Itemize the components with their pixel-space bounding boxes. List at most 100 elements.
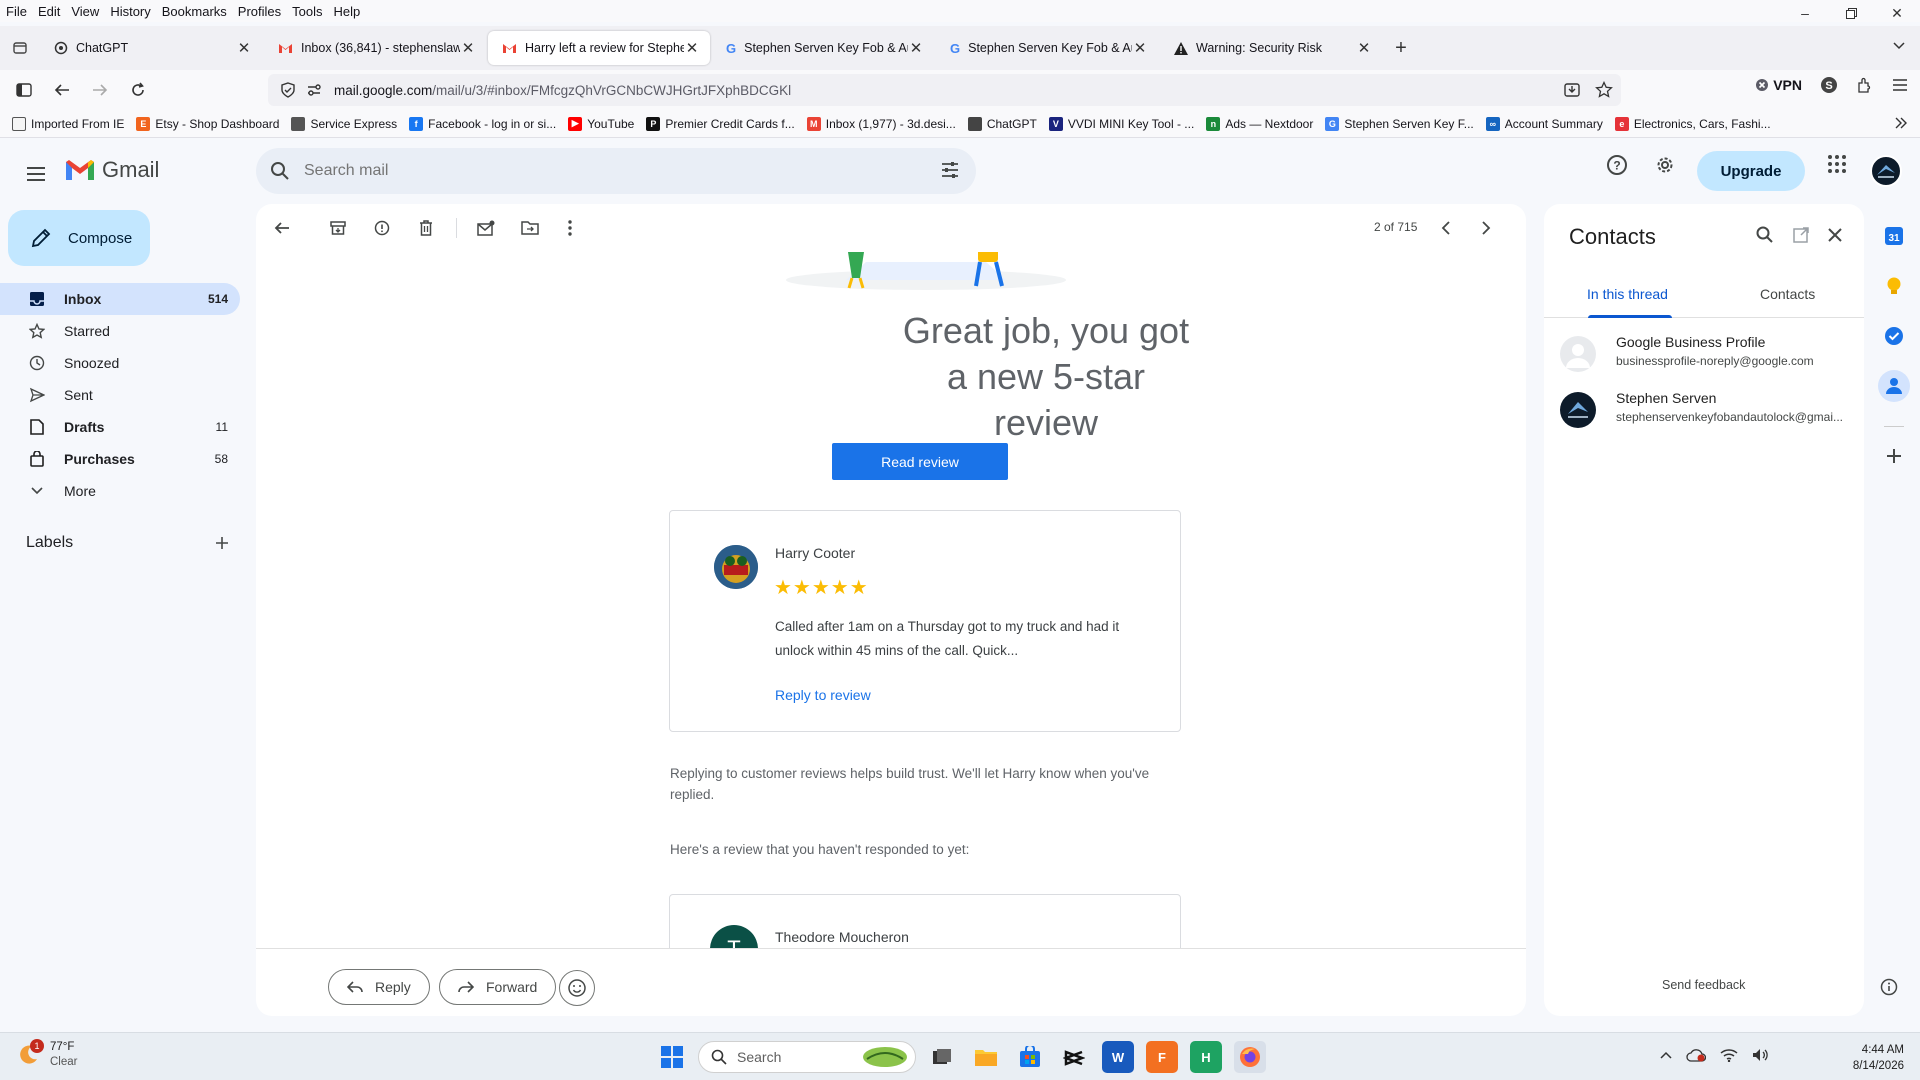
read-review-button[interactable]: Read review [832,443,1008,480]
chevron-up-icon[interactable] [1660,1051,1672,1059]
reply-to-review-link[interactable]: Reply to review [775,687,871,703]
close-icon[interactable]: ✕ [236,39,252,57]
tab-google-2[interactable]: G Stephen Serven Key Fob & Auto ✕ [936,31,1158,65]
bookmark-item[interactable]: ▶ YouTube [568,116,634,131]
forward-arrow-icon[interactable] [82,74,118,106]
contact-stephen-serven[interactable]: Stephen Serven stephenservenkeyfobandaut… [1560,388,1860,432]
sidebar-item-more[interactable]: More [0,475,240,507]
mark-unread-icon[interactable] [476,218,496,238]
sidebar-item-sent[interactable]: Sent [0,379,240,411]
more-options-icon[interactable] [560,218,580,238]
account-avatar[interactable] [1870,155,1902,187]
close-icon[interactable]: ✕ [1356,39,1372,57]
file-explorer-icon[interactable] [970,1041,1002,1073]
report-spam-icon[interactable] [372,218,392,238]
send-feedback-link[interactable]: Send feedback [1662,978,1745,992]
info-icon[interactable] [1880,978,1898,996]
extensions-icon[interactable] [1856,76,1874,94]
menu-history[interactable]: History [110,4,150,19]
sidebar-toggle-icon[interactable] [6,74,42,106]
back-arrow-icon[interactable] [272,218,292,238]
volume-icon[interactable] [1752,1048,1770,1062]
task-view-icon[interactable] [926,1041,958,1073]
tab-contacts[interactable]: Contacts [1760,286,1815,302]
newer-email-icon[interactable] [1436,218,1456,238]
reply-button[interactable]: Reply [328,969,430,1005]
tasks-icon[interactable] [1878,320,1910,352]
sidebar-item-starred[interactable]: Starred [0,315,240,347]
close-icon[interactable]: ✕ [684,39,700,57]
bookmark-item[interactable]: Imported From IE [12,116,124,131]
tab-chatgpt[interactable]: ChatGPT ✕ [40,31,262,65]
tab-in-this-thread[interactable]: In this thread [1587,286,1668,302]
system-clock[interactable]: 4:44 AM 8/14/2026 [1853,1042,1904,1074]
search-icon[interactable] [1756,226,1774,244]
search-bar[interactable] [256,148,976,194]
vpn-button[interactable]: VPN [1755,77,1802,93]
weather-widget[interactable]: 1 77°F Clear [16,1039,77,1070]
menu-view[interactable]: View [71,4,99,19]
bookmarks-overflow-icon[interactable] [1894,116,1908,130]
taskbar-search-box[interactable]: Search [698,1041,916,1073]
bookmark-star-icon[interactable] [1595,81,1613,99]
sidebar-item-purchases[interactable]: Purchases 58 [0,443,240,475]
app-menu-icon[interactable] [1892,78,1908,92]
move-to-icon[interactable] [520,218,540,238]
search-icon[interactable] [270,161,290,181]
tab-inbox[interactable]: Inbox (36,841) - stephenslawnc ✕ [264,31,486,65]
back-arrow-icon[interactable] [44,74,80,106]
tab-list-icon[interactable] [0,26,40,70]
close-window-icon[interactable]: ✕ [1874,0,1920,26]
bookmark-item[interactable]: ChatGPT [967,116,1037,131]
install-app-icon[interactable] [1563,81,1581,99]
bookmark-item[interactable]: E Etsy - Shop Dashboard [136,116,279,131]
forward-button[interactable]: Forward [439,969,557,1005]
firefox-icon[interactable] [1234,1041,1266,1073]
fusion-app-icon[interactable]: F [1146,1041,1178,1073]
wifi-icon[interactable] [1720,1048,1738,1062]
capcut-icon[interactable] [1058,1041,1090,1073]
contacts-person-icon[interactable] [1878,370,1910,402]
upgrade-button[interactable]: Upgrade [1697,151,1805,191]
menu-help[interactable]: Help [334,4,361,19]
keep-notes-icon[interactable] [1878,270,1910,302]
bookmark-item[interactable]: V VVDI MINI Key Tool - ... [1048,116,1194,131]
menu-edit[interactable]: Edit [38,4,60,19]
restore-icon[interactable] [1828,0,1874,26]
word-icon[interactable]: W [1102,1041,1134,1073]
bookmark-item[interactable]: M Inbox (1,977) - 3d.desi... [806,116,956,131]
search-options-icon[interactable] [940,160,960,180]
settings-gear-icon[interactable] [1654,154,1676,176]
profile-account-icon[interactable]: S [1820,76,1838,94]
reload-icon[interactable] [120,74,156,106]
add-app-icon[interactable] [1878,440,1910,472]
calendar-icon[interactable]: 31 [1878,220,1910,252]
bookmark-item[interactable]: P Premier Credit Cards f... [646,116,795,131]
delete-trash-icon[interactable] [416,218,436,238]
sidebar-item-inbox[interactable]: Inbox 514 [0,283,240,315]
menu-file[interactable]: File [6,4,27,19]
compose-button[interactable]: Compose [8,210,150,266]
bookmark-item[interactable]: Service Express [291,116,397,131]
bookmark-item[interactable]: G Stephen Serven Key F... [1325,116,1474,131]
tab-google-1[interactable]: G Stephen Serven Key Fob & Auto ✕ [712,31,934,65]
google-apps-icon[interactable] [1827,154,1847,174]
tracking-shield-icon[interactable] [280,82,296,98]
close-icon[interactable]: ✕ [908,39,924,57]
sidebar-item-snoozed[interactable]: Snoozed [0,347,240,379]
archive-icon[interactable] [328,218,348,238]
help-icon[interactable]: ? [1606,154,1628,176]
start-menu-icon[interactable] [660,1045,684,1069]
close-icon[interactable]: ✕ [1132,39,1148,57]
menu-profiles[interactable]: Profiles [238,4,281,19]
bookmark-item[interactable]: e Electronics, Cars, Fashi... [1614,116,1771,131]
tab-warning[interactable]: Warning: Security Risk ✕ [1160,31,1382,65]
microsoft-store-icon[interactable] [1014,1041,1046,1073]
bookmark-item[interactable]: f Facebook - log in or si... [409,116,556,131]
older-email-icon[interactable] [1476,218,1496,238]
gmail-logo[interactable]: Gmail [64,157,159,183]
chevron-down-icon[interactable] [1892,38,1906,52]
new-tab-icon[interactable]: + [1384,31,1418,65]
cloud-sync-icon[interactable] [1686,1048,1706,1062]
menu-bookmarks[interactable]: Bookmarks [162,4,227,19]
